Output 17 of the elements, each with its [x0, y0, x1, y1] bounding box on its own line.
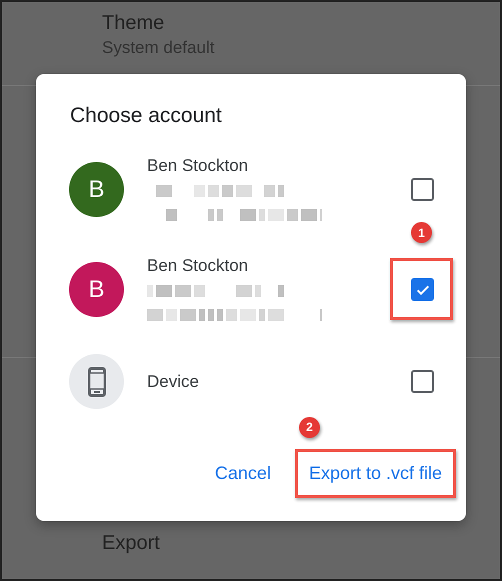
- dialog-title: Choose account: [69, 103, 223, 129]
- highlight-frame: [390, 258, 453, 320]
- setting-title: Export: [102, 531, 160, 556]
- account-name: Device: [147, 370, 200, 392]
- phone-icon: [88, 366, 106, 396]
- checkbox[interactable]: [411, 178, 434, 201]
- account-name: Ben Stockton: [147, 154, 250, 176]
- avatar: B: [69, 162, 124, 217]
- setting-title: Theme: [102, 11, 164, 36]
- dialog-button[interactable]: Export to .vcf file: [294, 448, 456, 498]
- avatar: B: [69, 262, 124, 317]
- checkbox[interactable]: [411, 370, 434, 393]
- step-badge: 1: [411, 222, 432, 243]
- account-name: Ben Stockton: [147, 254, 250, 276]
- step-badge: 2: [298, 416, 320, 438]
- dialog-button[interactable]: Cancel: [200, 448, 285, 498]
- checkbox[interactable]: [411, 278, 434, 301]
